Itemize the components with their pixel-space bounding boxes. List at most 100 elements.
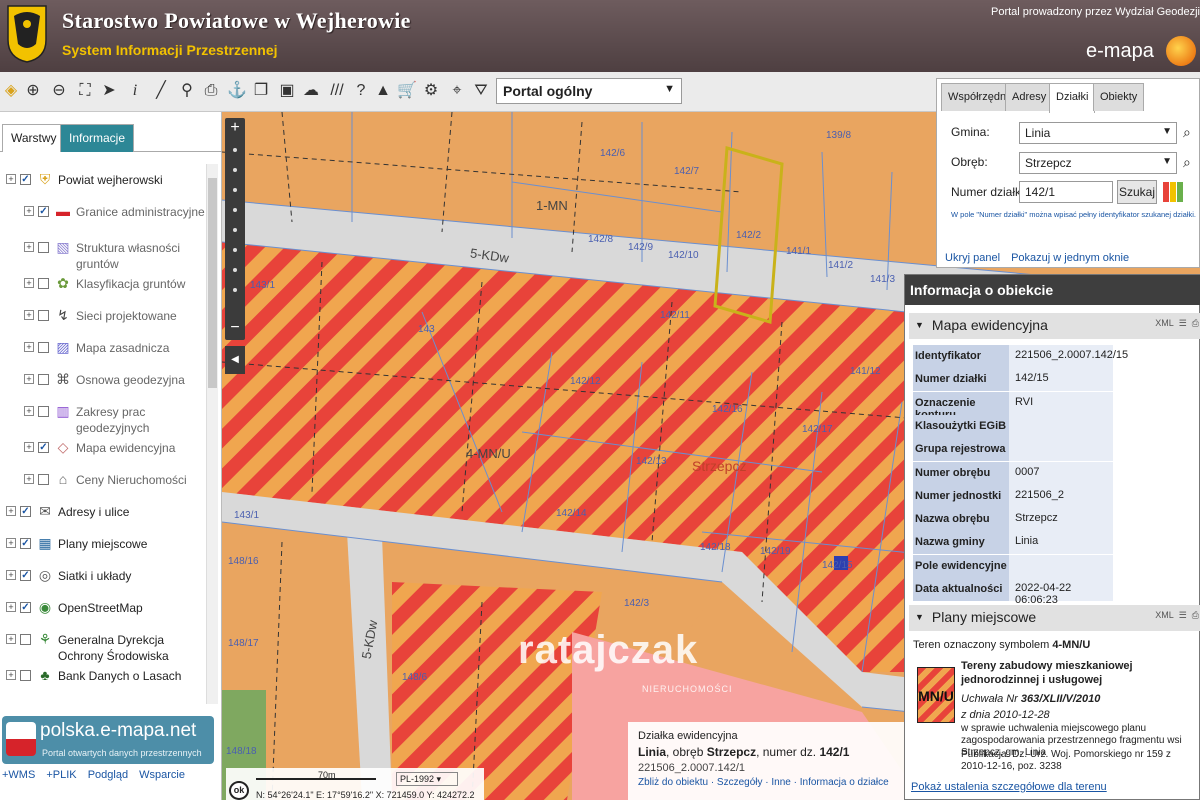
search-icon[interactable]: ⌕ xyxy=(1183,154,1191,171)
expand-icon[interactable]: + xyxy=(6,174,16,184)
expand-icon[interactable]: + xyxy=(24,406,34,416)
layer-checkbox[interactable] xyxy=(38,278,49,289)
location-icon[interactable]: ⌖ xyxy=(446,80,468,102)
zoom-out-icon[interactable]: ⊖ xyxy=(48,80,70,102)
tab-adresy[interactable]: Adresy xyxy=(1005,83,1054,111)
link-icon[interactable]: ⚲ xyxy=(176,80,198,102)
layer-row[interactable]: + ⌂ Ceny Nieruchomości xyxy=(0,468,205,492)
layer-row[interactable]: + ▥ Zakresy prac geodezyjnych xyxy=(0,400,205,436)
gmina-select[interactable]: Linia ▼ xyxy=(1019,122,1177,144)
collapse-panel-button[interactable]: ◀ xyxy=(225,346,245,374)
expand-icon[interactable]: + xyxy=(24,474,34,484)
zoom-level-dot[interactable] xyxy=(233,228,237,232)
zoom-minus-button[interactable]: − xyxy=(225,318,245,338)
layer-row[interactable]: + ✓ ◎ Siatki i układy xyxy=(0,564,205,588)
layer-row[interactable]: + ✓ ▦ Plany miejscowe xyxy=(0,532,205,556)
xml-link[interactable]: XML xyxy=(1155,318,1174,328)
zoom-in-icon[interactable]: ⊕ xyxy=(22,80,44,102)
copy-icon[interactable]: ❐ xyxy=(250,80,272,102)
expand-icon[interactable]: + xyxy=(6,570,16,580)
layer-checkbox[interactable]: ✓ xyxy=(20,506,31,517)
obreb-select[interactable]: Strzepcz ▼ xyxy=(1019,152,1177,174)
zoom-level-dot[interactable] xyxy=(233,188,237,192)
layer-scrollbar[interactable] xyxy=(206,164,218,704)
expand-icon[interactable]: + xyxy=(6,538,16,548)
layer-row[interactable]: + ✓ ◉ OpenStreetMap xyxy=(0,596,205,620)
layer-row[interactable]: + ✓ ◇ Mapa ewidencyjna xyxy=(0,436,205,460)
expand-icon[interactable]: + xyxy=(24,310,34,320)
layer-checkbox[interactable] xyxy=(38,374,49,385)
layer-checkbox[interactable] xyxy=(38,242,49,253)
anchor-icon[interactable]: ⚓ xyxy=(226,80,248,102)
layer-checkbox[interactable] xyxy=(38,474,49,485)
section-mapa-ewidencyjna[interactable]: ▼ Mapa ewidencyjna XML ☰ ⎙ xyxy=(909,313,1200,339)
layer-checkbox[interactable]: ✓ xyxy=(38,206,49,217)
cart-icon[interactable]: 🛒 xyxy=(396,80,418,102)
help-icon[interactable]: ? xyxy=(350,80,372,102)
road-icon[interactable]: ⛛ xyxy=(470,80,492,102)
measure-line-icon[interactable]: ╱ xyxy=(150,80,172,102)
window-icon[interactable]: ▣ xyxy=(276,80,298,102)
layer-row[interactable]: + ♣ Bank Danych o Lasach xyxy=(0,664,205,688)
layer-row[interactable]: + ✓ ✉ Adresy i ulice xyxy=(0,500,205,524)
layer-row[interactable]: + ✓ ▬ Granice administracyjne xyxy=(0,200,205,236)
layer-row[interactable]: + ↯ Sieci projektowane xyxy=(0,304,205,328)
layer-checkbox[interactable] xyxy=(38,310,49,321)
tab-warstwy[interactable]: Warstwy xyxy=(2,124,66,152)
layers-icon[interactable]: ◈ xyxy=(0,80,22,102)
wsparcie-link[interactable]: Wsparcie xyxy=(139,769,185,781)
xml-link[interactable]: XML xyxy=(1155,610,1174,620)
layer-checkbox[interactable]: ✓ xyxy=(20,538,31,549)
zoom-slider[interactable]: + − xyxy=(225,118,245,340)
info-panel-title[interactable]: Informacja o obiekcie xyxy=(905,275,1200,305)
expand-icon[interactable]: + xyxy=(6,506,16,516)
zoom-level-dot[interactable] xyxy=(233,148,237,152)
info-icon[interactable]: i xyxy=(124,80,146,102)
emapa-logo[interactable]: e-mapa xyxy=(1086,36,1196,66)
zoom-level-dot[interactable] xyxy=(233,288,237,292)
parcel-popup-links[interactable]: Zbliż do obiektu · Szczegóły · Inne · In… xyxy=(638,777,894,788)
terrain-icon[interactable]: ▲ xyxy=(372,80,394,102)
expand-icon[interactable]: + xyxy=(24,342,34,352)
swatch-green[interactable] xyxy=(1177,182,1183,202)
settings-icon[interactable]: ⚙ xyxy=(420,80,442,102)
single-window-link[interactable]: Pokazuj w jednym oknie xyxy=(1011,252,1129,264)
ustalenia-link[interactable]: Pokaż ustalenia szczegółowe dla terenu xyxy=(911,781,1107,793)
plik-link[interactable]: +PLIK xyxy=(46,769,76,781)
hatch-icon[interactable]: /// xyxy=(326,80,348,102)
scrollbar-thumb[interactable] xyxy=(208,178,217,388)
portal-select[interactable]: Portal ogólny ▼ xyxy=(496,78,682,104)
tab-obiekty[interactable]: Obiekty xyxy=(1093,83,1145,111)
zoom-plus-button[interactable]: + xyxy=(225,118,245,138)
print-icon[interactable]: ⎙ xyxy=(200,80,222,102)
expand-icon[interactable]: + xyxy=(24,278,34,288)
layer-checkbox[interactable]: ✓ xyxy=(38,442,49,453)
tab-informacje[interactable]: Informacje xyxy=(60,124,135,152)
section-plany-miejscowe[interactable]: ▼ Plany miejscowe XML ☰ ⎙ xyxy=(909,605,1200,631)
layer-row[interactable]: + ▧ Struktura własności gruntów xyxy=(0,236,205,272)
layer-row[interactable]: + ✿ Klasyfikacja gruntów xyxy=(0,272,205,296)
swatch-red[interactable] xyxy=(1163,182,1169,202)
ok-button[interactable]: ok xyxy=(229,781,249,800)
layer-checkbox[interactable]: ✓ xyxy=(20,174,31,185)
expand-icon[interactable]: + xyxy=(24,442,34,452)
polska-emapa-banner[interactable]: polska.e-mapa.net Portal otwartych danyc… xyxy=(2,716,214,764)
hide-panel-link[interactable]: Ukryj panel xyxy=(945,252,1000,264)
comment-icon[interactable]: ☁ xyxy=(300,80,322,102)
tab-dzialki[interactable]: Działki xyxy=(1049,83,1096,113)
numer-dzialki-input[interactable]: 142/1 xyxy=(1019,181,1113,203)
podglad-link[interactable]: Podgląd xyxy=(88,769,128,781)
projection-select[interactable]: PL-1992 ▾ xyxy=(396,772,458,786)
zoom-level-dot[interactable] xyxy=(233,168,237,172)
expand-icon[interactable]: + xyxy=(6,670,16,680)
expand-icon[interactable]: + xyxy=(24,206,34,216)
swatch-yellow[interactable] xyxy=(1170,182,1176,202)
wms-link[interactable]: +WMS xyxy=(2,769,35,781)
layer-row[interactable]: + ✓ ⛨ Powiat wejherowski xyxy=(0,168,205,192)
expand-icon[interactable]: + xyxy=(24,374,34,384)
layer-row[interactable]: + ⚘ Generalna Dyrekcja Ochrony Środowiska xyxy=(0,628,205,664)
zoom-extent-icon[interactable]: ⛶ xyxy=(74,80,96,102)
layer-checkbox[interactable] xyxy=(20,634,31,645)
zoom-level-dot[interactable] xyxy=(233,268,237,272)
layer-row[interactable]: + ▨ Mapa zasadnicza xyxy=(0,336,205,360)
